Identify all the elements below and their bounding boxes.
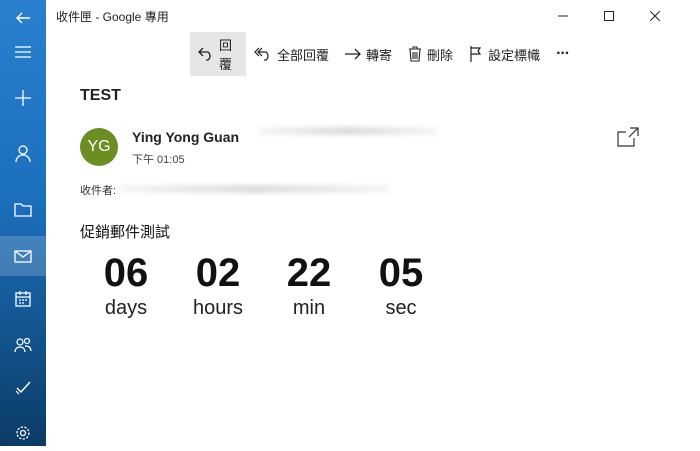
avatar-initials: YG: [87, 138, 111, 155]
recipients-label: 收件者:: [80, 185, 117, 197]
countdown-seconds-value: 05: [378, 251, 424, 295]
countdown-hours-unit: hours: [192, 297, 244, 319]
countdown-days-unit: days: [104, 297, 148, 319]
body-heading: 促銷郵件測試: [80, 224, 171, 241]
redacted-sender-email: [258, 127, 438, 135]
countdown-minutes: 22 min: [269, 250, 349, 320]
delete-button[interactable]: 刪除: [400, 32, 461, 76]
countdown-minutes-unit: min: [292, 297, 326, 319]
countdown-days: 06 days: [86, 250, 166, 320]
reply-label: 回覆: [219, 38, 233, 72]
new-mail-plus-icon[interactable]: [0, 80, 46, 116]
reply-all-label: 全部回覆: [277, 47, 330, 63]
calendar-icon[interactable]: [0, 281, 46, 317]
title-bar: 收件匣 - Google 專用: [46, 0, 700, 32]
reply-button[interactable]: 回覆: [190, 32, 246, 76]
more-dots-icon: ···: [556, 45, 570, 62]
forward-label: 轉寄: [366, 47, 393, 63]
countdown-minutes-value: 22: [286, 251, 332, 295]
people-icon[interactable]: [0, 327, 46, 363]
account-person-icon[interactable]: [0, 136, 46, 172]
minimize-button[interactable]: [540, 0, 586, 32]
app-sidebar: [0, 0, 46, 446]
flag-button[interactable]: 設定標幟: [461, 32, 548, 76]
countdown-hours-value: 02: [195, 251, 241, 295]
delete-label: 刪除: [427, 47, 454, 63]
flag-label: 設定標幟: [488, 47, 541, 63]
message-toolbar: 回覆 全部回覆 轉寄 刪除 設定標幟 ···: [190, 32, 577, 76]
forward-arrow-icon: [345, 48, 361, 60]
hamburger-menu-icon[interactable]: [0, 34, 46, 70]
open-in-new-window-icon[interactable]: [617, 127, 639, 152]
reply-all-button[interactable]: 全部回覆: [246, 32, 337, 76]
redacted-recipients: [120, 185, 390, 193]
reply-all-icon: [254, 47, 272, 61]
folder-icon[interactable]: [0, 192, 46, 228]
countdown-hours: 02 hours: [178, 250, 258, 320]
mail-icon[interactable]: [0, 236, 46, 276]
message-time: 下午 01:05: [132, 154, 185, 166]
todo-check-icon[interactable]: [0, 369, 46, 405]
avatar: YG: [80, 128, 118, 166]
sender-name[interactable]: Ying Yong Guan: [132, 129, 239, 145]
window-title: 收件匣 - Google 專用: [56, 10, 169, 24]
trash-icon: [408, 46, 422, 62]
reply-icon: [198, 47, 214, 61]
countdown-seconds-unit: sec: [385, 297, 417, 319]
back-arrow-icon[interactable]: [0, 0, 46, 36]
countdown-days-value: 06: [103, 251, 149, 295]
countdown-seconds: 05 sec: [361, 250, 441, 320]
close-button[interactable]: [632, 0, 678, 32]
flag-icon: [469, 46, 483, 62]
message-subject: TEST: [80, 87, 121, 104]
forward-button[interactable]: 轉寄: [337, 32, 400, 76]
more-options-button[interactable]: ···: [548, 32, 577, 76]
maximize-button[interactable]: [586, 0, 632, 32]
